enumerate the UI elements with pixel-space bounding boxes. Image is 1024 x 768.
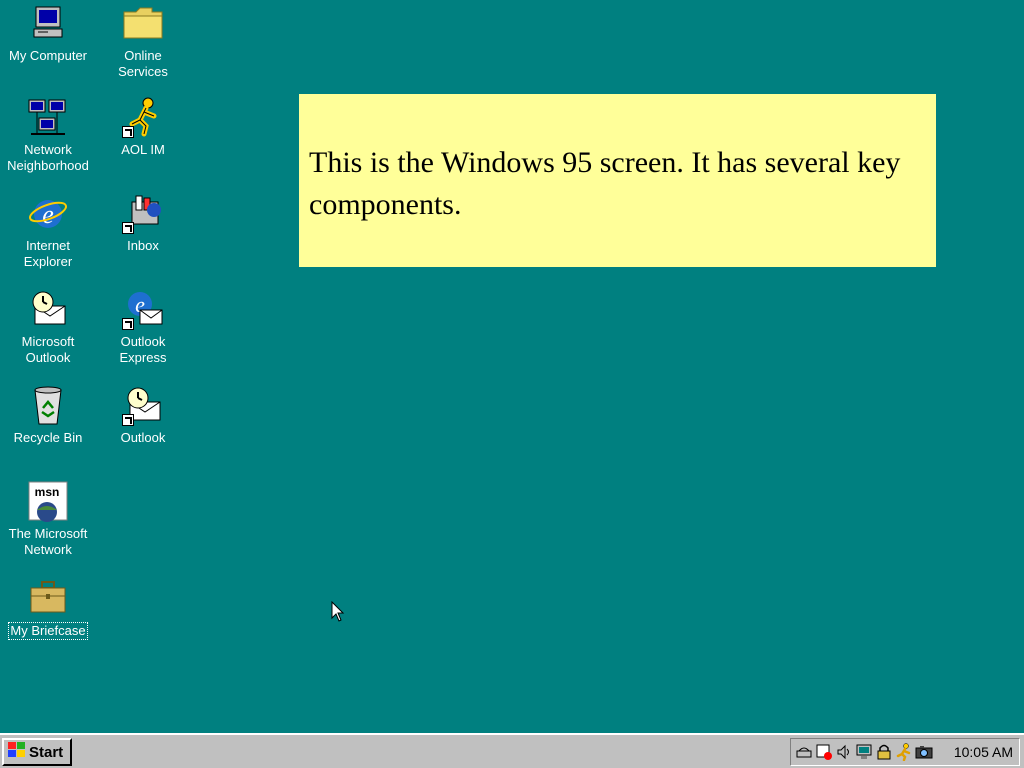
desktop-icon-label: Inbox	[127, 238, 159, 253]
desktop: My Computer Network Neighborhood e Inter…	[0, 0, 1024, 733]
shortcut-arrow-icon	[122, 318, 134, 330]
desktop-icon-label: Outlook Express	[119, 334, 167, 365]
desktop-icon-label: Outlook	[120, 430, 166, 445]
internet-explorer-icon: e	[27, 192, 69, 234]
desktop-icon-outlook-express[interactable]: e Outlook Express	[97, 288, 189, 366]
desktop-icon-aol-im[interactable]: AOL IM	[97, 96, 189, 158]
briefcase-icon	[27, 576, 69, 618]
clock[interactable]: 10:05 AM	[954, 744, 1013, 760]
desktop-icon-outlook[interactable]: Outlook	[97, 384, 189, 446]
mouse-cursor-icon	[331, 600, 345, 627]
camera-icon[interactable]	[915, 743, 933, 761]
desktop-icon-label: AOL IM	[121, 142, 165, 157]
desktop-icon-label: My Computer	[8, 48, 88, 63]
desktop-icon-label: Internet Explorer	[23, 238, 73, 269]
desktop-icon-label: Microsoft Outlook	[21, 334, 75, 365]
folder-icon	[122, 2, 164, 44]
desktop-icon-label: Recycle Bin	[13, 430, 83, 445]
recycle-bin-icon	[27, 384, 69, 426]
start-label: Start	[29, 743, 64, 761]
lock-icon[interactable]	[875, 743, 893, 761]
outlook-express-icon: e	[122, 288, 164, 330]
system-tray: 10:05 AM	[790, 738, 1020, 766]
aol-running-man-icon[interactable]	[895, 743, 913, 761]
svg-text:msn: msn	[35, 485, 60, 499]
desktop-icon-my-computer[interactable]: My Computer	[2, 2, 94, 64]
desktop-icon-label: Network Neighborhood	[7, 142, 89, 173]
note-box: This is the Windows 95 screen. It has se…	[299, 94, 936, 267]
monitor-icon[interactable]	[855, 743, 873, 761]
desktop-icon-the-microsoft-network[interactable]: msn The Microsoft Network	[2, 480, 94, 558]
shortcut-arrow-icon	[122, 414, 134, 426]
network-icon	[27, 96, 69, 138]
volume-icon[interactable]	[835, 743, 853, 761]
desktop-icon-label: My Briefcase	[8, 622, 88, 640]
desktop-icon-label: The Microsoft Network	[8, 526, 88, 557]
outlook-icon	[27, 288, 69, 330]
desktop-icon-internet-explorer[interactable]: e Internet Explorer	[2, 192, 94, 270]
desktop-icon-online-services[interactable]: Online Services	[97, 2, 189, 80]
note-text: This is the Windows 95 screen. It has se…	[309, 146, 901, 221]
desktop-icon-recycle-bin[interactable]: Recycle Bin	[2, 384, 94, 446]
desktop-icon-network-neighborhood[interactable]: Network Neighborhood	[2, 96, 94, 174]
computer-icon	[27, 2, 69, 44]
msn-icon: msn	[27, 480, 69, 522]
desktop-icon-my-briefcase[interactable]: My Briefcase	[2, 576, 94, 640]
scheduler-icon[interactable]	[815, 743, 833, 761]
inbox-icon	[122, 192, 164, 234]
windows-logo-icon	[7, 741, 27, 763]
outlook-icon	[122, 384, 164, 426]
shortcut-arrow-icon	[122, 126, 134, 138]
start-button[interactable]: Start	[2, 738, 72, 766]
desktop-icon-microsoft-outlook[interactable]: Microsoft Outlook	[2, 288, 94, 366]
aol-running-man-icon	[122, 96, 164, 138]
shortcut-arrow-icon	[122, 222, 134, 234]
desktop-icon-label: Online Services	[118, 48, 168, 79]
taskbar: Start 10:05 AM	[0, 733, 1024, 768]
desktop-icon-inbox[interactable]: Inbox	[97, 192, 189, 254]
modem-icon[interactable]	[795, 743, 813, 761]
